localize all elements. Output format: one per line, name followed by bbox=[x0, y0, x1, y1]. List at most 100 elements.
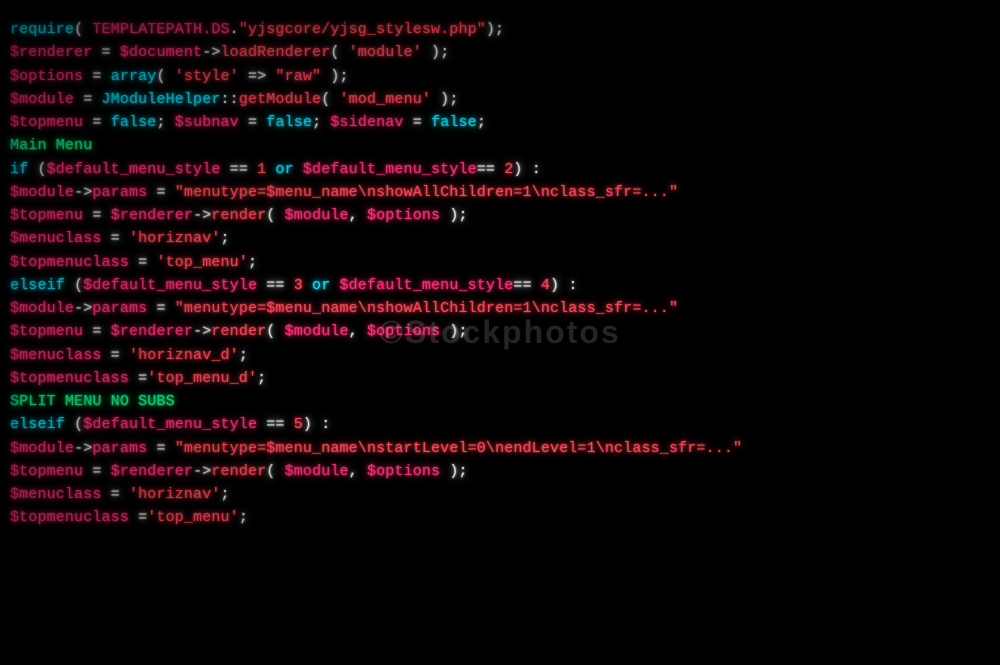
code-token: $topmenu bbox=[10, 323, 83, 340]
code-token: ); bbox=[440, 207, 467, 224]
code-token: elseif bbox=[10, 416, 65, 433]
code-token: $module bbox=[285, 323, 349, 340]
code-token: 'style' bbox=[175, 68, 239, 85]
code-token: ); bbox=[486, 21, 504, 38]
code-token: = bbox=[129, 254, 156, 271]
code-token: $topmenuclass bbox=[10, 509, 129, 526]
code-token: . bbox=[230, 21, 239, 38]
code-token: 5 bbox=[294, 416, 303, 433]
code-token: false bbox=[266, 114, 312, 131]
code-line: $topmenuclass ='top_menu_d'; bbox=[0, 367, 1000, 390]
code-token: $topmenuclass bbox=[10, 370, 129, 387]
code-token: "yjsgcore/yjsg_stylesw.php" bbox=[239, 21, 486, 38]
code-token: ( bbox=[330, 44, 348, 61]
code-container: require( TEMPLATEPATH.DS."yjsgcore/yjsg_… bbox=[0, 18, 1000, 530]
code-token: ) : bbox=[550, 277, 577, 294]
code-line: $menuclass = 'horiznav_d'; bbox=[0, 344, 1000, 367]
code-token: ); bbox=[431, 91, 458, 108]
code-token: ) : bbox=[303, 416, 330, 433]
code-token: $topmenu bbox=[10, 463, 83, 480]
code-token: ( bbox=[266, 323, 284, 340]
code-token: 4 bbox=[541, 277, 550, 294]
code-token: render bbox=[211, 207, 266, 224]
code-token: $renderer bbox=[10, 44, 92, 61]
code-token: -> bbox=[202, 44, 220, 61]
code-token: 'horiznav_d' bbox=[129, 347, 239, 364]
code-token: ; bbox=[477, 114, 486, 131]
code-token: elseif bbox=[10, 277, 65, 294]
code-token: 'horiznav' bbox=[129, 230, 221, 247]
code-token: $topmenu bbox=[10, 207, 83, 224]
code-line: $module->params = "menutype=$menu_name\n… bbox=[0, 297, 1000, 320]
code-token: getModule bbox=[239, 91, 321, 108]
code-token: $renderer bbox=[111, 323, 193, 340]
code-line: $module->params = "menutype=$menu_name\n… bbox=[0, 181, 1000, 204]
code-token: JModuleHelper bbox=[102, 91, 221, 108]
code-token: loadRenderer bbox=[221, 44, 331, 61]
code-token: = bbox=[92, 44, 119, 61]
code-token: $topmenuclass bbox=[10, 254, 129, 271]
code-token: false bbox=[431, 114, 477, 131]
code-token: 'top_menu' bbox=[147, 509, 239, 526]
code-line: if ($default_menu_style == 1 or $default… bbox=[0, 158, 1000, 181]
code-token: ( bbox=[266, 207, 284, 224]
code-token: 3 bbox=[294, 277, 303, 294]
code-token: ); bbox=[422, 44, 449, 61]
code-token: = bbox=[147, 300, 174, 317]
code-token: "raw" bbox=[275, 68, 321, 85]
code-token: = bbox=[102, 230, 129, 247]
code-token: == bbox=[477, 161, 504, 178]
code-token: -> bbox=[193, 323, 211, 340]
code-line: $topmenuclass ='top_menu'; bbox=[0, 506, 1000, 529]
code-token: $options bbox=[367, 323, 440, 340]
code-token: $default_menu_style bbox=[47, 161, 221, 178]
code-token: ( bbox=[321, 91, 339, 108]
code-token: = bbox=[102, 347, 129, 364]
code-token: == bbox=[257, 416, 294, 433]
code-token: $document bbox=[120, 44, 202, 61]
code-token: ); bbox=[321, 68, 348, 85]
code-token: $module bbox=[285, 207, 349, 224]
code-token: "menutype=$menu_name\nshowAllChildren=1\… bbox=[175, 300, 678, 317]
code-token: $module bbox=[10, 91, 74, 108]
code-token: = bbox=[129, 509, 147, 526]
code-token: TEMPLATEPATH.DS bbox=[92, 21, 229, 38]
code-token: render bbox=[211, 463, 266, 480]
code-line: $topmenu = $renderer->render( $module, $… bbox=[0, 460, 1000, 483]
code-token: render bbox=[211, 323, 266, 340]
code-token: == bbox=[257, 277, 294, 294]
code-token: -> bbox=[74, 300, 92, 317]
code-token: ; bbox=[221, 230, 230, 247]
code-token: == bbox=[221, 161, 258, 178]
code-token: $module bbox=[10, 184, 74, 201]
code-token: array bbox=[111, 68, 157, 85]
code-token: 'horiznav' bbox=[129, 486, 221, 503]
code-line: elseif ($default_menu_style == 3 or $def… bbox=[0, 274, 1000, 297]
code-token: = bbox=[129, 370, 147, 387]
code-token: , bbox=[349, 463, 367, 480]
code-token: $default_menu_style bbox=[340, 277, 514, 294]
code-token: $menuclass bbox=[10, 486, 102, 503]
code-line: $topmenu = $renderer->render( $module, $… bbox=[0, 204, 1000, 227]
code-token: $renderer bbox=[111, 207, 193, 224]
code-token: params bbox=[92, 184, 147, 201]
code-token: ( bbox=[65, 416, 83, 433]
code-token: $module bbox=[285, 463, 349, 480]
code-line: Main Menu bbox=[0, 134, 1000, 157]
code-token: "menutype=$menu_name\nshowAllChildren=1\… bbox=[175, 184, 678, 201]
code-token: ; bbox=[248, 254, 257, 271]
code-token: ; bbox=[239, 347, 248, 364]
code-line: SPLIT MENU NO SUBS bbox=[0, 390, 1000, 413]
code-token: :: bbox=[221, 91, 239, 108]
code-token: ( bbox=[65, 277, 83, 294]
code-token: -> bbox=[74, 184, 92, 201]
code-token: params bbox=[92, 300, 147, 317]
code-line: $module->params = "menutype=$menu_name\n… bbox=[0, 437, 1000, 460]
code-token: = bbox=[147, 184, 174, 201]
code-token: false bbox=[111, 114, 157, 131]
code-line: $topmenu = $renderer->render( $module, $… bbox=[0, 320, 1000, 343]
code-display: ©Stockphotos require( TEMPLATEPATH.DS."y… bbox=[0, 0, 1000, 665]
code-token: 'module' bbox=[349, 44, 422, 61]
code-token: or bbox=[266, 161, 303, 178]
code-token: $module bbox=[10, 300, 74, 317]
